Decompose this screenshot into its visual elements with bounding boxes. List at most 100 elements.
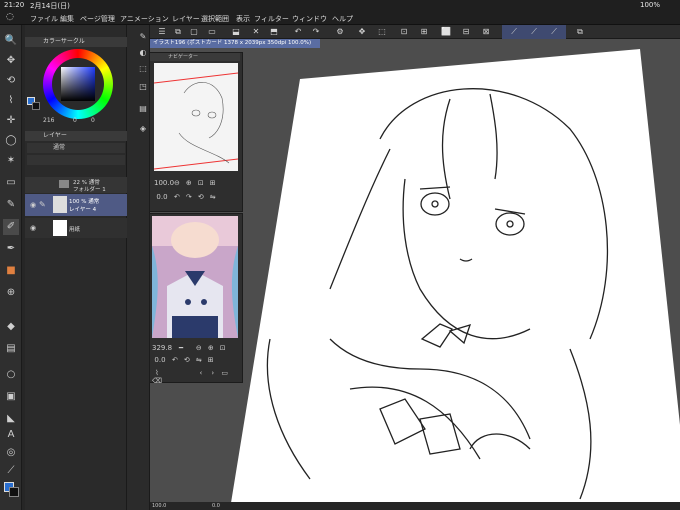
zoom-icon[interactable]: 🔍 (3, 33, 19, 49)
rotate-left-icon[interactable]: ↶ (172, 193, 182, 201)
transform-icon[interactable]: ✛ (3, 113, 19, 129)
window-icon[interactable]: ▢ (188, 26, 200, 38)
layer-row[interactable]: 22 % 通常 フォルダー 1 (25, 177, 127, 193)
menu-window[interactable]: ウィンドウ (292, 14, 327, 24)
zoom-in-icon[interactable]: ⊕ (206, 344, 216, 352)
side-panel: カラーサークル 216 0 0 レイヤー 通常 22 % 通常 フォルダー 1 … (25, 25, 127, 510)
reset-rotation-icon[interactable]: ⟲ (196, 193, 206, 201)
settings-icon[interactable]: ⚙ (334, 26, 346, 38)
stroke-soft-icon[interactable]: ⟋ (528, 26, 540, 38)
brush-size-icon[interactable]: ✎ (137, 31, 149, 43)
gradient-icon[interactable]: ▤ (3, 341, 19, 357)
navigator-icon[interactable]: ◳ (137, 81, 149, 93)
fill-icon[interactable]: ◆ (3, 319, 19, 335)
fill-icon[interactable]: ⬒ (268, 26, 280, 38)
menu-file[interactable]: ファイル (30, 14, 58, 24)
eyedropper-icon[interactable]: ⌇ (152, 369, 162, 377)
balloon-icon[interactable]: ◎ (3, 445, 19, 461)
menu-animation[interactable]: アニメーション (120, 14, 169, 24)
select-icon[interactable]: ⬚ (376, 26, 388, 38)
navigator-preview[interactable] (154, 63, 238, 171)
snap-icon[interactable]: ⊠ (480, 26, 492, 38)
magic-wand-icon[interactable]: ✶ (3, 153, 19, 169)
sub-color-swatch[interactable] (9, 487, 19, 497)
menu-layer[interactable]: レイヤー (172, 14, 200, 24)
new-icon[interactable]: ▭ (206, 26, 218, 38)
layer-row-selected[interactable]: ◉ ✎ 100 % 通常 レイヤー 4 (25, 194, 127, 216)
frame-icon[interactable]: ▣ (3, 389, 19, 405)
next-image-icon[interactable]: › (208, 369, 218, 377)
reference-image[interactable] (152, 216, 238, 338)
rotate-left-icon[interactable]: ↶ (170, 356, 180, 364)
visibility-eye-icon[interactable]: ◉ (30, 224, 36, 232)
menu-filter[interactable]: フィルター (254, 14, 289, 24)
menu-help[interactable]: ヘルプ (332, 14, 353, 24)
figure-icon[interactable]: ⊕ (3, 285, 19, 301)
invert-icon[interactable]: ⊡ (398, 26, 410, 38)
prev-image-icon[interactable]: ‹ (196, 369, 206, 377)
flip-icon[interactable]: ⇋ (194, 356, 204, 364)
pen-icon[interactable]: ✎ (3, 197, 19, 213)
info-icon[interactable]: ◈ (137, 123, 149, 135)
panel-icon-strip: ✎ ◐ ⬚ ◳ ▤ ◈ (136, 25, 150, 510)
blend-mode-select[interactable]: 通常 (27, 143, 125, 153)
layer-row[interactable]: ◉ 用紙 (25, 218, 127, 238)
ruler-icon[interactable]: ◣ (3, 411, 19, 427)
menu-icon[interactable]: ☰ (156, 26, 168, 38)
history-icon[interactable]: ▤ (137, 103, 149, 115)
fit-window-icon[interactable]: ⊡ (218, 344, 228, 352)
subview-angle-value: 0.0 (154, 356, 166, 364)
rotate-right-icon[interactable]: ↷ (184, 193, 194, 201)
trash-icon[interactable]: ⌫ (152, 377, 162, 385)
reset-rotation-icon[interactable]: ⟲ (182, 356, 192, 364)
flip-icon[interactable]: ⇋ (208, 193, 218, 201)
move-icon[interactable]: ✥ (3, 53, 19, 69)
color-indicator-sub[interactable] (32, 102, 40, 110)
rotate-icon[interactable]: ⟲ (3, 73, 19, 89)
fit-icon[interactable]: ⧉ (172, 26, 184, 38)
eyedropper-icon[interactable]: ⌇ (3, 93, 19, 109)
fit-window-icon[interactable]: ⊡ (196, 179, 206, 187)
blend-icon[interactable]: ■ (3, 263, 19, 279)
zoom-slider[interactable]: ━ (170, 344, 192, 352)
undo-icon[interactable]: ↶ (292, 26, 304, 38)
menu-selection[interactable]: 選択範囲 (201, 14, 229, 24)
layer-property-icon[interactable]: ◐ (137, 47, 149, 59)
material-icon[interactable]: ⬚ (137, 63, 149, 75)
subview-bottom-row: ⌇ ‹ › ▭ ⌫ (152, 369, 240, 385)
save-icon[interactable]: ⬓ (230, 26, 242, 38)
actual-size-icon[interactable]: ⊞ (208, 179, 218, 187)
deselect-icon[interactable]: ⬜ (440, 26, 452, 38)
menu-view[interactable]: 表示 (236, 14, 250, 24)
correct-line-icon[interactable]: ⟋ (3, 463, 19, 479)
open-folder-icon[interactable]: ▭ (220, 369, 230, 377)
menu-page[interactable]: ページ管理 (80, 14, 115, 24)
layer-name: フォルダー 1 (73, 187, 106, 193)
visibility-eye-icon[interactable]: ◉ (30, 201, 36, 209)
zoom-out-icon[interactable]: ⊖ (194, 344, 204, 352)
layer-name: レイヤー 4 (69, 207, 97, 213)
stroke-icon[interactable]: ⟋ (508, 26, 520, 38)
fit-icon[interactable]: ⊞ (206, 356, 216, 364)
redo-icon[interactable]: ↷ (310, 26, 322, 38)
document-tab[interactable]: イラスト196 (ポストカード 1378 x 2039px 350dpi 100… (150, 39, 320, 48)
zoom-out-icon[interactable]: ⊖ (172, 179, 182, 187)
transform-icon[interactable]: ✥ (356, 26, 368, 38)
pencil-icon[interactable]: ✐ (3, 219, 19, 235)
app-logo-icon[interactable]: ◌ (6, 12, 14, 22)
copy-icon[interactable]: ⧉ (574, 26, 586, 38)
navigator-zoom-row: 100.0 ⊖ ⊕ ⊡ ⊞ (154, 179, 240, 187)
crop-icon[interactable]: ⊞ (418, 26, 430, 38)
brush-icon[interactable]: ✒ (3, 241, 19, 257)
lasso-icon[interactable]: ◯ (3, 133, 19, 149)
text-icon[interactable]: A (3, 427, 19, 443)
eraser-icon[interactable]: ▭ (3, 175, 19, 191)
zoom-in-icon[interactable]: ⊕ (184, 179, 194, 187)
ellipse-icon[interactable]: ○ (3, 367, 19, 383)
clear-icon[interactable]: ✕ (250, 26, 262, 38)
grid-icon[interactable]: ⊟ (460, 26, 472, 38)
color-value-v: 0 (91, 117, 95, 124)
menu-edit[interactable]: 編集 (60, 14, 74, 24)
saturation-value-square[interactable] (61, 67, 95, 101)
stroke-ruler-icon[interactable]: ⟋ (548, 26, 560, 38)
